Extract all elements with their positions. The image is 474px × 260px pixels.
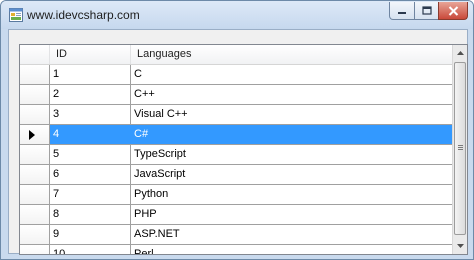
maximize-icon: [421, 6, 432, 15]
cell-id[interactable]: 7: [50, 185, 131, 204]
close-icon: [448, 5, 458, 16]
cell-language[interactable]: Perl: [131, 245, 452, 254]
row-header[interactable]: [20, 165, 50, 184]
minimize-button[interactable]: [389, 2, 415, 20]
row-header[interactable]: [20, 185, 50, 204]
row-header[interactable]: [20, 85, 50, 104]
thumb-grip-icon: [458, 145, 463, 146]
cell-id[interactable]: 8: [50, 205, 131, 224]
table-row-selected[interactable]: 4 C#: [20, 125, 452, 145]
row-header[interactable]: [20, 245, 50, 254]
cell-id[interactable]: 5: [50, 145, 131, 164]
table-row[interactable]: 6 JavaScript: [20, 165, 452, 185]
minimize-icon: [398, 11, 406, 14]
grid-rows: 1 C 2 C++ 3 Visual C++ 4 C# 5 TypeScript…: [20, 65, 452, 254]
cell-id[interactable]: 9: [50, 225, 131, 244]
column-header-id[interactable]: ID: [50, 45, 131, 64]
data-grid[interactable]: ID Languages 1 C 2 C++ 3 Visual C++ 4 C#…: [19, 44, 468, 255]
cell-id[interactable]: 2: [50, 85, 131, 104]
table-row[interactable]: 3 Visual C++: [20, 105, 452, 125]
window-app-icon[interactable]: [9, 8, 23, 22]
scroll-down-arrow-icon: [457, 244, 464, 248]
cell-language[interactable]: Python: [131, 185, 452, 204]
table-row[interactable]: 9 ASP.NET: [20, 225, 452, 245]
table-row[interactable]: 2 C++: [20, 85, 452, 105]
cell-language[interactable]: ASP.NET: [131, 225, 452, 244]
row-header[interactable]: [20, 225, 50, 244]
cell-language[interactable]: Visual C++: [131, 105, 452, 124]
thumb-grip-icon: [458, 147, 463, 148]
cell-language[interactable]: C: [131, 65, 452, 84]
cell-language[interactable]: JavaScript: [131, 165, 452, 184]
cell-id[interactable]: 4: [50, 125, 131, 144]
maximize-button[interactable]: [414, 2, 439, 20]
row-header[interactable]: [20, 205, 50, 224]
cell-id[interactable]: 10: [50, 245, 131, 254]
row-header[interactable]: [20, 65, 50, 84]
form-client-area: ID Languages 1 C 2 C++ 3 Visual C++ 4 C#…: [8, 29, 468, 255]
thumb-grip-icon: [458, 149, 463, 150]
scroll-up-button[interactable]: [453, 45, 467, 61]
row-header[interactable]: [20, 145, 50, 164]
row-header[interactable]: [20, 125, 50, 144]
cell-language[interactable]: C++: [131, 85, 452, 104]
column-header-languages[interactable]: Languages: [131, 45, 452, 64]
scroll-up-arrow-icon: [457, 51, 464, 55]
row-header[interactable]: [20, 105, 50, 124]
current-row-arrow-icon: [29, 130, 35, 140]
scroll-down-button[interactable]: [453, 238, 467, 254]
app-window: www.idevcsharp.com ID Languages 1 C 2 C+…: [0, 0, 474, 260]
table-row[interactable]: 8 PHP: [20, 205, 452, 225]
cell-language[interactable]: PHP: [131, 205, 452, 224]
close-button[interactable]: [438, 2, 468, 20]
cell-language[interactable]: C#: [131, 125, 452, 144]
grid-header: ID Languages: [20, 45, 452, 65]
table-row[interactable]: 5 TypeScript: [20, 145, 452, 165]
cell-id[interactable]: 3: [50, 105, 131, 124]
vertical-scrollbar[interactable]: [452, 45, 467, 254]
title-bar[interactable]: www.idevcsharp.com: [1, 1, 473, 29]
table-row[interactable]: 1 C: [20, 65, 452, 85]
row-header-corner[interactable]: [20, 45, 50, 64]
cell-id[interactable]: 1: [50, 65, 131, 84]
cell-language[interactable]: TypeScript: [131, 145, 452, 164]
window-title: www.idevcsharp.com: [27, 8, 140, 22]
cell-id[interactable]: 6: [50, 165, 131, 184]
scrollbar-thumb[interactable]: [454, 62, 466, 235]
table-row[interactable]: 10 Perl: [20, 245, 452, 254]
table-row[interactable]: 7 Python: [20, 185, 452, 205]
